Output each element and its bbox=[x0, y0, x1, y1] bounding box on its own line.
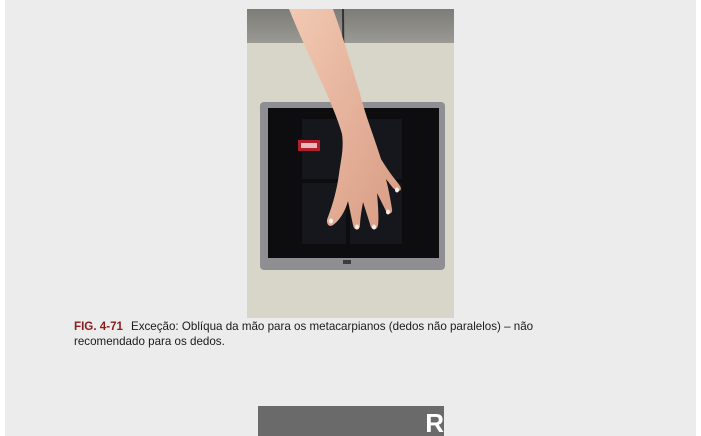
hand-on-detector-photo bbox=[247, 9, 454, 318]
next-figure-photo: R bbox=[258, 406, 444, 436]
next-figure-partial-letter: R bbox=[425, 408, 444, 436]
figure-label: FIG. 4-71 bbox=[74, 320, 123, 333]
caption-text-line1: Exceção: Oblíqua da mão para os metacarp… bbox=[130, 320, 534, 333]
figure-caption: FIG. 4-71 Exceção: Oblíqua da mão para os… bbox=[74, 319, 594, 349]
caption-text-line2: recomendado para os dedos. bbox=[74, 335, 225, 348]
photo-illustration bbox=[247, 9, 454, 318]
